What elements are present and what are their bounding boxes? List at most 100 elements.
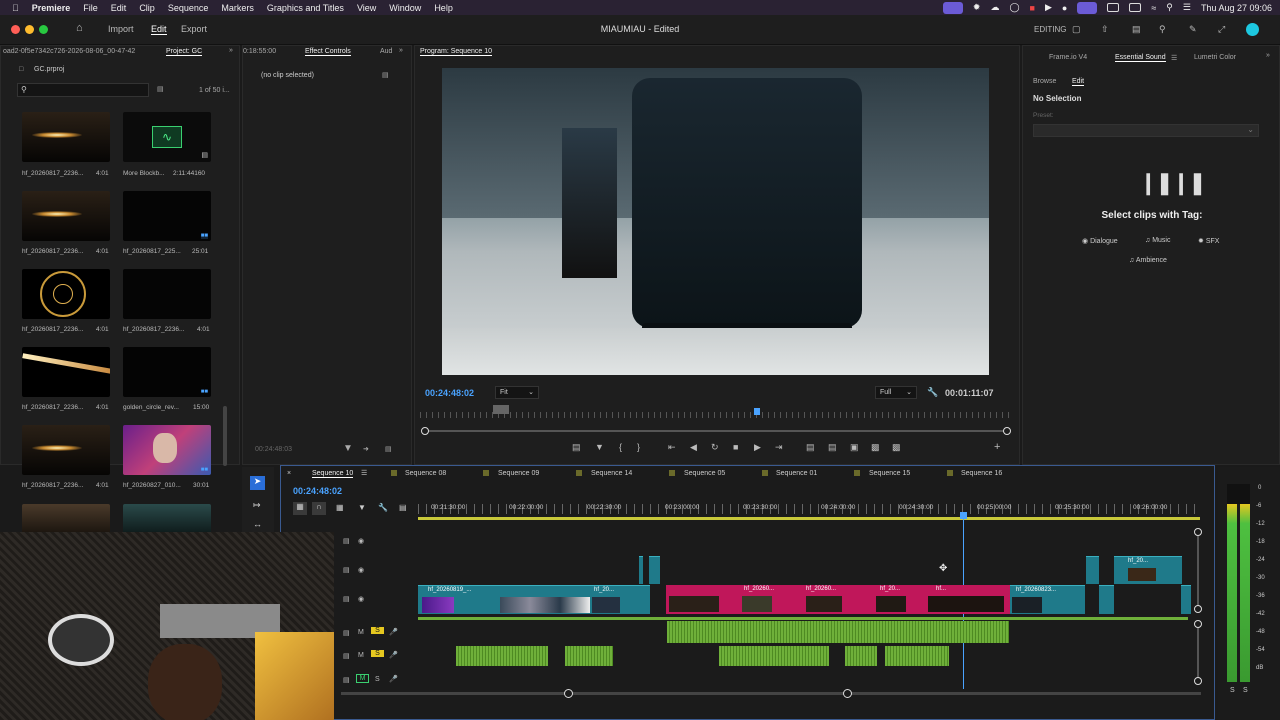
video-scrollbar[interactable] (1197, 536, 1199, 606)
close-window-button[interactable] (11, 25, 20, 34)
track-lock-icon[interactable]: ▤ (343, 676, 350, 684)
expand-panels-icon[interactable]: » (399, 47, 403, 54)
clip[interactable] (1086, 556, 1099, 584)
loop-icon[interactable]: ↻ (711, 442, 719, 453)
panel-icon[interactable]: ▢ (1072, 24, 1081, 35)
search-icon[interactable]: ⚲ (1166, 2, 1173, 13)
clip[interactable]: hf_20260819_... hf_20... (418, 585, 650, 614)
lift-icon[interactable]: ▤ (572, 442, 581, 453)
thumbnail[interactable]: ■■ (123, 347, 211, 397)
subtab-browse[interactable]: Browse (1033, 78, 1056, 85)
thumbnail[interactable]: ■■ (123, 425, 211, 475)
selection-tool-icon[interactable]: ➤ (250, 476, 265, 490)
tab-program[interactable]: Program: Sequence 10 (420, 48, 492, 56)
linked-select-icon[interactable]: ▦ (336, 503, 344, 512)
add-marker-icon[interactable]: ▼ (358, 503, 366, 512)
tab-project[interactable]: Project: GC (166, 48, 203, 56)
scroll-handle[interactable] (1194, 605, 1202, 613)
mute-button[interactable]: M (358, 652, 364, 659)
go-to-out-icon[interactable]: ⇥ (775, 442, 783, 453)
nav-export[interactable]: Export (181, 24, 207, 34)
zoom-handle-left[interactable] (421, 427, 429, 435)
clip[interactable]: hf_20... (1114, 556, 1182, 584)
menu-file[interactable]: File (83, 3, 98, 13)
tab-lumetri[interactable]: Lumetri Color (1194, 54, 1236, 61)
track-lock-icon[interactable]: ▤ (343, 629, 350, 637)
subtab-edit[interactable]: Edit (1072, 78, 1085, 86)
menu-window[interactable]: Window (389, 3, 421, 13)
expand-panels-icon[interactable]: » (229, 47, 233, 54)
clip[interactable] (649, 556, 660, 584)
mark-in-icon[interactable]: { (619, 442, 622, 452)
audio-clip[interactable] (845, 646, 877, 666)
home-icon[interactable]: ⌂ (76, 22, 83, 34)
thumbnail[interactable] (22, 425, 110, 475)
tag-sfx-button[interactable]: ✹ SFX (1194, 235, 1223, 248)
search-app-icon[interactable]: ⚲ (1159, 24, 1166, 35)
playhead-timecode[interactable]: 00:24:48:02 (425, 388, 474, 398)
control-center-icon[interactable]: ☰ (1183, 2, 1191, 13)
screen-icon[interactable] (1077, 1, 1098, 14)
track-lock-icon[interactable]: ▤ (343, 595, 350, 603)
tag-dialogue-button[interactable]: ◉ Dialogue (1078, 235, 1122, 248)
menu-markers[interactable]: Markers (221, 3, 254, 13)
maximize-window-button[interactable] (39, 25, 48, 34)
close-tab-icon[interactable]: × (287, 470, 291, 477)
tab-sequence-09[interactable]: Sequence 09 (498, 470, 539, 477)
clock-text[interactable]: Thu Aug 27 09:06 (1201, 3, 1272, 13)
solo-right-button[interactable]: S (1243, 687, 1248, 694)
scroll-handle[interactable] (1194, 677, 1202, 685)
menu-app-name[interactable]: Premiere (32, 3, 71, 13)
preset-dropdown[interactable]: ⌄ (1033, 124, 1259, 137)
menu-help[interactable]: Help (434, 3, 453, 13)
mic-icon[interactable]: 🎤 (389, 651, 398, 659)
audio-clip[interactable] (456, 646, 548, 666)
playhead-marker[interactable] (754, 408, 760, 415)
audio-clip[interactable] (667, 621, 1009, 643)
track-select-tool-icon[interactable]: ↦ (253, 500, 261, 511)
nest-icon[interactable]: ▦ (293, 502, 307, 515)
status-app-icon[interactable] (942, 1, 963, 14)
search-input[interactable]: ⚲ (17, 83, 149, 97)
audio-clip[interactable] (885, 646, 949, 666)
eye-icon[interactable]: ◉ (358, 595, 364, 603)
vpn-icon[interactable]: ◯ (1009, 2, 1019, 13)
work-area-bar[interactable] (418, 517, 1200, 520)
compare-icon[interactable]: ▩ (871, 442, 880, 453)
audio-thumbnail[interactable]: ∿ ▤ (123, 112, 211, 162)
video-frame[interactable] (442, 68, 989, 375)
solo-left-button[interactable]: S (1230, 687, 1235, 694)
tab-sequence-16[interactable]: Sequence 16 (961, 470, 1002, 477)
tab-sequence-05[interactable]: Sequence 05 (684, 470, 725, 477)
tab-sequence-08[interactable]: Sequence 08 (405, 470, 446, 477)
solo-button[interactable]: S (371, 650, 384, 657)
clip[interactable]: hf_20260823... (1010, 585, 1085, 614)
minimize-window-button[interactable] (25, 25, 34, 34)
mic-icon[interactable]: 🎤 (389, 628, 398, 636)
clip[interactable]: hf_20260... hf_20260... hf_20... hf... (666, 585, 1010, 614)
quick-export-icon[interactable]: ▤ (1132, 24, 1141, 35)
tag-music-button[interactable]: ♫ Music (1141, 235, 1174, 248)
status-red-icon[interactable]: ■ (1030, 3, 1035, 13)
tab-menu-icon[interactable]: ☰ (361, 469, 367, 477)
fit-dropdown[interactable]: Fit ⌄ (495, 386, 539, 399)
insert-icon[interactable]: ▤ (806, 442, 815, 453)
creative-cloud-icon[interactable] (1246, 23, 1259, 36)
marker-icon[interactable]: ▼ (595, 442, 604, 452)
eye-icon[interactable]: ◉ (358, 566, 364, 574)
settings-wrench-icon[interactable]: 🔧 (378, 503, 388, 512)
menu-clip[interactable]: Clip (139, 3, 155, 13)
tab-sequence-14[interactable]: Sequence 14 (591, 470, 632, 477)
audio-clip[interactable] (719, 646, 829, 666)
menu-view[interactable]: View (357, 3, 376, 13)
audio-clip[interactable] (565, 646, 613, 666)
tab-frameio[interactable]: Frame.io V4 (1049, 54, 1087, 61)
play-icon[interactable]: ▶ (1045, 2, 1052, 13)
thumbnail[interactable]: ■■ (123, 191, 211, 241)
thumbnail[interactable] (22, 504, 110, 534)
solo-button[interactable]: S (371, 627, 384, 634)
thumbnail[interactable] (123, 269, 211, 319)
thumbnail[interactable] (22, 112, 110, 162)
menu-edit[interactable]: Edit (111, 3, 127, 13)
stop-icon[interactable]: ■ (733, 442, 738, 452)
